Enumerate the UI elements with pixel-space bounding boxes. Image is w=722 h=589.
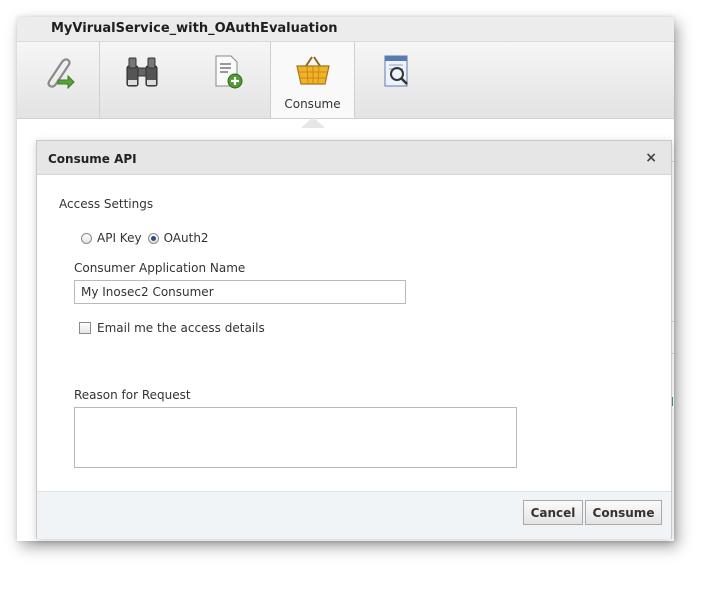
api-key-radio[interactable]	[81, 232, 92, 244]
toolbar-item-browse[interactable]	[100, 42, 184, 118]
toolbar-item-consume-label: Consume	[284, 97, 341, 111]
document-add-icon	[209, 42, 245, 93]
toolbar-item-register[interactable]	[185, 42, 269, 118]
document-search-icon	[379, 42, 415, 93]
auth-type-radio-group: API Key OAuth2	[81, 231, 215, 245]
email-option: Email me the access details	[79, 321, 265, 335]
service-title-bar: MyVirualService_with_OAuthEvaluation	[17, 17, 674, 42]
dialog-header: Consume API ×	[37, 141, 671, 175]
access-settings-heading: Access Settings	[59, 197, 154, 211]
consume-api-dialog: Consume API × Access Settings API Key OA…	[36, 140, 672, 539]
email-checkbox[interactable]	[79, 322, 91, 334]
reason-label: Reason for Request	[74, 388, 191, 402]
dialog-footer: Cancel Consume	[37, 491, 671, 539]
reason-textarea[interactable]	[74, 407, 517, 468]
dialog-title: Consume API	[48, 152, 137, 166]
toolbar-item-inspect[interactable]	[354, 42, 440, 118]
toolbar-item-attach[interactable]	[17, 42, 100, 118]
api-key-radio-label[interactable]: API Key	[97, 231, 142, 245]
cancel-button[interactable]: Cancel	[523, 500, 583, 525]
oauth2-radio-label[interactable]: OAuth2	[164, 231, 209, 245]
active-tab-pointer	[301, 117, 325, 128]
service-title: MyVirualService_with_OAuthEvaluation	[51, 21, 338, 36]
email-checkbox-label[interactable]: Email me the access details	[97, 321, 265, 335]
consumer-app-name-label: Consumer Application Name	[74, 261, 246, 275]
consume-button[interactable]: Consume	[585, 500, 662, 525]
toolbar: Consume	[17, 42, 674, 119]
oauth2-radio[interactable]	[147, 232, 159, 244]
basket-icon	[294, 42, 332, 91]
close-icon[interactable]: ×	[645, 150, 657, 166]
toolbar-item-consume[interactable]: Consume	[270, 42, 355, 118]
paperclip-arrow-icon	[40, 42, 76, 93]
consumer-app-name-input[interactable]	[74, 280, 406, 304]
binoculars-icon	[123, 42, 161, 93]
